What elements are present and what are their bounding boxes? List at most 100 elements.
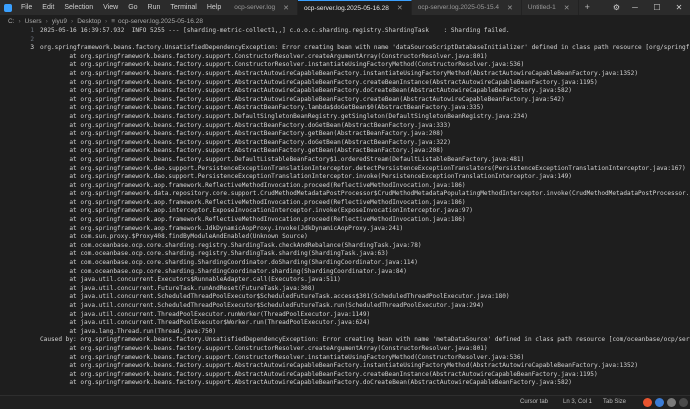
add-tab-icon[interactable]: + [579,0,596,15]
code-line: at org.springframework.aop.framework.Ref… [0,199,690,208]
status-position[interactable]: Ln 3, Col 1 [563,396,592,409]
code-line: at org.springframework.aop.framework.Ref… [0,216,690,225]
line-number [0,276,40,285]
close-icon[interactable]: ✕ [507,4,513,12]
code-line: at com.oceanbase.ocp.core.sharding.Shard… [0,268,690,277]
line-number [0,96,40,105]
line-number [0,371,40,380]
line-text: at org.springframework.beans.factory.sup… [40,353,525,361]
code-line: at org.springframework.data.repository.c… [0,190,690,199]
line-text: at org.springframework.data.repository.c… [40,190,690,198]
tray-app-icon[interactable] [667,398,676,407]
breadcrumb-item[interactable]: yiyu9 [52,18,67,25]
line-text: at org.springframework.beans.factory.sup… [40,121,451,129]
line-number [0,311,40,320]
line-text: at org.springframework.beans.factory.sup… [40,155,525,163]
code-line: at org.springframework.beans.factory.sup… [0,79,690,88]
line-number [0,293,40,302]
tray-app-icon[interactable] [643,398,652,407]
line-text: at org.springframework.aop.framework.Ref… [40,198,466,206]
code-line: at java.util.concurrent.ThreadPoolExecut… [0,319,690,328]
tab-ocp-server-log[interactable]: ocp-server.log ✕ [228,0,298,15]
code-line: 3 org.springframework.beans.factory.Unsat… [0,44,690,53]
tab-ocp-server-log-2025-05-15-4[interactable]: ocp-server.log.2025-05-15.4 ✕ [411,0,522,15]
tray-app-icon[interactable] [655,398,664,407]
line-text: at org.springframework.beans.factory.sup… [40,147,444,155]
status-cursor-tab[interactable]: Cursor tab [520,396,548,409]
code-line: at org.springframework.beans.factory.sup… [0,156,690,165]
tab-label: ocp-server.log.2025-05-15.4 [417,4,500,11]
line-text: at com.oceanbase.ocp.core.sharding.regis… [40,241,422,249]
line-number [0,319,40,328]
tab-strip: ocp-server.log ✕ ocp-server.log.2025-05-1… [228,0,596,15]
line-text: at org.springframework.dao.support.Persi… [40,164,686,172]
line-number [0,122,40,131]
code-line: at org.springframework.aop.framework.Ref… [0,182,690,191]
line-text: at org.springframework.aop.framework.Ref… [40,216,466,224]
line-text: at com.oceanbase.ocp.core.sharding.Shard… [40,267,407,275]
line-number [0,336,40,345]
line-text: at org.springframework.beans.factory.sup… [40,61,525,69]
line-number [0,130,40,139]
line-number [0,199,40,208]
line-text: at org.springframework.beans.factory.sup… [40,130,444,138]
line-number [0,104,40,113]
minimize-icon[interactable]: ─ [624,0,646,15]
line-text: at java.util.concurrent.ThreadPoolExecut… [40,319,371,327]
line-text: at org.springframework.beans.factory.sup… [40,379,572,387]
line-number [0,147,40,156]
breadcrumb-item[interactable]: ocp-server.log.2025-05-16.28 [118,18,203,25]
window-controls: ─ ☐ ✕ [624,0,690,15]
close-icon[interactable]: ✕ [283,4,289,12]
chevron-right-icon: › [18,17,21,25]
line-text: at java.util.concurrent.ScheduledThreadP… [40,293,510,301]
breadcrumb-item[interactable]: Users [25,18,42,25]
line-number [0,379,40,388]
close-icon[interactable]: ✕ [397,4,403,12]
maximize-icon[interactable]: ☐ [646,0,668,15]
breadcrumb-item[interactable]: C: [8,18,15,25]
line-number [0,182,40,191]
line-text: at org.springframework.beans.factory.sup… [40,52,488,60]
line-text: at org.springframework.dao.support.Persi… [40,173,572,181]
chevron-right-icon: › [45,17,48,25]
editor-text-area[interactable]: 1 2025-05-16 16:39:57.932 INFO 5255 --- [… [0,27,690,396]
menu-help[interactable]: Help [202,0,226,15]
menu-selection[interactable]: Selection [59,0,98,15]
menu-bar: File Edit Selection View Go Run Terminal… [16,0,226,15]
window-close-icon[interactable]: ✕ [668,0,690,15]
line-number: 2 [30,35,34,43]
line-text: at java.lang.Thread.run(Thread.java:750) [40,327,217,335]
menu-terminal[interactable]: Terminal [165,0,201,15]
line-number [0,242,40,251]
line-text: at org.springframework.beans.factory.sup… [40,95,565,103]
code-line: at org.springframework.beans.factory.sup… [0,139,690,148]
menu-file[interactable]: File [16,0,37,15]
close-icon[interactable]: ✕ [564,4,570,12]
breadcrumb-item[interactable]: Desktop [77,18,101,25]
line-text: at com.sun.proxy.$Proxy408.findByModuleA… [40,233,308,241]
menu-edit[interactable]: Edit [37,0,59,15]
code-line: at org.springframework.beans.factory.sup… [0,113,690,122]
menu-run[interactable]: Run [143,0,166,15]
line-number [0,216,40,225]
code-line: at org.springframework.beans.factory.sup… [0,130,690,139]
tray-app-icon[interactable] [679,398,688,407]
line-number [0,207,40,216]
gear-icon[interactable]: ⚙ [613,0,620,15]
line-number [0,233,40,242]
tab-ocp-server-log-2025-05-16-28[interactable]: ocp-server.log.2025-05-16.28 ✕ [297,0,412,15]
code-line: at com.oceanbase.ocp.core.sharding.regis… [0,242,690,251]
line-number [0,87,40,96]
menu-go[interactable]: Go [123,0,142,15]
line-number [0,362,40,371]
code-line: at org.springframework.beans.factory.sup… [0,147,690,156]
chevron-right-icon: › [71,17,74,25]
tab-untitled-1[interactable]: Untitled-1 ✕ [521,0,579,15]
code-line: at org.springframework.dao.support.Persi… [0,165,690,174]
line-text: at org.springframework.beans.factory.sup… [40,370,598,378]
app-icon [4,3,12,12]
code-line: at org.springframework.beans.factory.sup… [0,354,690,363]
menu-view[interactable]: View [98,0,123,15]
status-tab-size[interactable]: Tab Size [603,396,626,409]
